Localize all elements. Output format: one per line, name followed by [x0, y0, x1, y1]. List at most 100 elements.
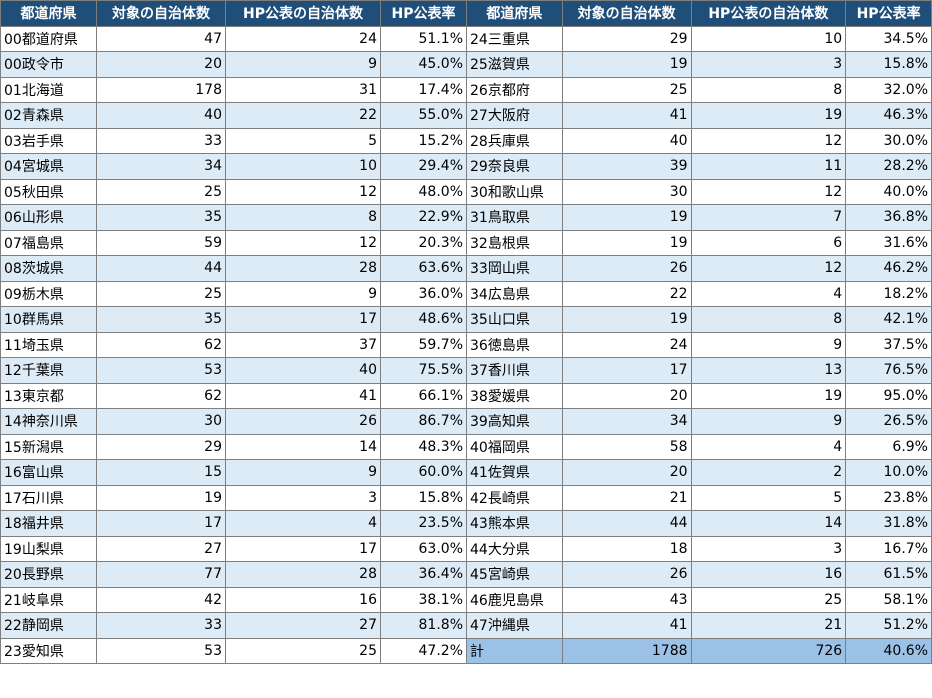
cell-prefecture[interactable]: 19山梨県 — [0, 535, 97, 562]
cell-hp-rate[interactable]: 55.0% — [380, 102, 467, 129]
cell-prefecture[interactable]: 29奈良県 — [466, 153, 563, 180]
cell-target-count[interactable]: 33 — [96, 127, 226, 154]
cell-prefecture[interactable]: 38愛媛県 — [466, 382, 563, 409]
cell-target-count[interactable]: 35 — [96, 306, 226, 333]
cell-prefecture[interactable]: 33岡山県 — [466, 255, 563, 282]
cell-hp-count[interactable]: 9 — [225, 459, 381, 486]
cell-target-count[interactable]: 30 — [96, 408, 226, 435]
cell-hp-rate[interactable]: 48.3% — [380, 433, 467, 460]
cell-hp-rate[interactable]: 31.8% — [845, 510, 932, 537]
cell-prefecture[interactable]: 08茨城県 — [0, 255, 97, 282]
cell-hp-count[interactable]: 28 — [225, 255, 381, 282]
cell-prefecture[interactable]: 15新潟県 — [0, 433, 97, 460]
cell-hp-count[interactable]: 12 — [690, 178, 847, 205]
cell-hp-count[interactable]: 10 — [690, 25, 847, 52]
cell-hp-rate[interactable]: 23.8% — [845, 484, 932, 511]
cell-prefecture[interactable]: 18福井県 — [0, 510, 97, 537]
cell-hp-count[interactable]: 13 — [690, 357, 847, 384]
cell-hp-rate[interactable]: 58.1% — [845, 586, 932, 613]
cell-target-count[interactable]: 22 — [561, 280, 692, 307]
cell-hp-count[interactable]: 11 — [690, 153, 847, 180]
cell-hp-rate[interactable]: 46.3% — [845, 102, 932, 129]
cell-hp-rate[interactable]: 86.7% — [380, 408, 467, 435]
cell-hp-rate[interactable]: 59.7% — [380, 331, 467, 358]
cell-prefecture[interactable]: 36徳島県 — [466, 331, 563, 358]
cell-prefecture[interactable]: 26京都府 — [466, 76, 563, 103]
cell-target-count[interactable]: 25 — [561, 76, 692, 103]
cell-hp-rate[interactable]: 20.3% — [380, 229, 467, 256]
cell-hp-count[interactable]: 9 — [225, 280, 381, 307]
cell-target-count[interactable]: 40 — [96, 102, 226, 129]
cell-prefecture[interactable]: 42長崎県 — [466, 484, 563, 511]
cell-target-count[interactable]: 43 — [561, 586, 692, 613]
cell-hp-rate[interactable]: 46.2% — [845, 255, 932, 282]
cell-hp-count[interactable]: 31 — [225, 76, 381, 103]
header-hp-count[interactable]: HP公表の自治体数 — [225, 0, 381, 27]
cell-hp-count[interactable]: 26 — [225, 408, 381, 435]
total-hp-count[interactable]: 726 — [690, 637, 847, 664]
cell-target-count[interactable]: 47 — [96, 25, 226, 52]
cell-prefecture[interactable]: 20長野県 — [0, 561, 97, 588]
cell-prefecture[interactable]: 41佐賀県 — [466, 459, 563, 486]
cell-hp-count[interactable]: 8 — [690, 306, 847, 333]
cell-prefecture[interactable]: 46鹿児島県 — [466, 586, 563, 613]
cell-hp-count[interactable]: 16 — [690, 561, 847, 588]
cell-prefecture[interactable]: 47沖縄県 — [466, 612, 563, 639]
cell-hp-rate[interactable]: 15.2% — [380, 127, 467, 154]
cell-hp-rate[interactable]: 29.4% — [380, 153, 467, 180]
cell-hp-rate[interactable]: 47.2% — [380, 637, 467, 664]
cell-hp-rate[interactable]: 38.1% — [380, 586, 467, 613]
cell-target-count[interactable]: 44 — [96, 255, 226, 282]
cell-target-count[interactable]: 19 — [561, 51, 692, 78]
cell-prefecture[interactable]: 06山形県 — [0, 204, 97, 231]
cell-hp-rate[interactable]: 15.8% — [845, 51, 932, 78]
cell-target-count[interactable]: 77 — [96, 561, 226, 588]
cell-hp-count[interactable]: 9 — [690, 331, 847, 358]
cell-hp-count[interactable]: 3 — [690, 51, 847, 78]
cell-hp-count[interactable]: 4 — [225, 510, 381, 537]
cell-target-count[interactable]: 25 — [96, 178, 226, 205]
cell-prefecture[interactable]: 01北海道 — [0, 76, 97, 103]
cell-hp-rate[interactable]: 63.6% — [380, 255, 467, 282]
cell-prefecture[interactable]: 44大分県 — [466, 535, 563, 562]
cell-prefecture[interactable]: 34広島県 — [466, 280, 563, 307]
cell-hp-count[interactable]: 3 — [690, 535, 847, 562]
cell-hp-count[interactable]: 25 — [690, 586, 847, 613]
cell-target-count[interactable]: 178 — [96, 76, 226, 103]
cell-hp-rate[interactable]: 48.0% — [380, 178, 467, 205]
cell-prefecture[interactable]: 30和歌山県 — [466, 178, 563, 205]
cell-hp-count[interactable]: 19 — [690, 382, 847, 409]
cell-hp-count[interactable]: 3 — [225, 484, 381, 511]
cell-prefecture[interactable]: 28兵庫県 — [466, 127, 563, 154]
cell-hp-count[interactable]: 8 — [225, 204, 381, 231]
cell-hp-rate[interactable]: 61.5% — [845, 561, 932, 588]
cell-prefecture[interactable]: 07福島県 — [0, 229, 97, 256]
cell-target-count[interactable]: 18 — [561, 535, 692, 562]
cell-hp-count[interactable]: 22 — [225, 102, 381, 129]
cell-prefecture[interactable]: 13東京都 — [0, 382, 97, 409]
cell-target-count[interactable]: 34 — [96, 153, 226, 180]
cell-hp-rate[interactable]: 37.5% — [845, 331, 932, 358]
header-hp-rate[interactable]: HP公表率 — [380, 0, 467, 27]
cell-hp-count[interactable]: 14 — [225, 433, 381, 460]
cell-prefecture[interactable]: 27大阪府 — [466, 102, 563, 129]
header-target-count[interactable]: 対象の自治体数 — [96, 0, 226, 27]
cell-hp-rate[interactable]: 10.0% — [845, 459, 932, 486]
cell-target-count[interactable]: 30 — [561, 178, 692, 205]
cell-prefecture[interactable]: 22静岡県 — [0, 612, 97, 639]
cell-hp-rate[interactable]: 6.9% — [845, 433, 932, 460]
cell-target-count[interactable]: 53 — [96, 637, 226, 664]
cell-prefecture[interactable]: 00政令市 — [0, 51, 97, 78]
cell-hp-count[interactable]: 16 — [225, 586, 381, 613]
cell-prefecture[interactable]: 23愛知県 — [0, 637, 97, 664]
cell-target-count[interactable]: 58 — [561, 433, 692, 460]
cell-prefecture[interactable]: 25滋賀県 — [466, 51, 563, 78]
cell-target-count[interactable]: 19 — [561, 229, 692, 256]
cell-target-count[interactable]: 42 — [96, 586, 226, 613]
cell-target-count[interactable]: 21 — [561, 484, 692, 511]
cell-hp-rate[interactable]: 18.2% — [845, 280, 932, 307]
cell-hp-count[interactable]: 2 — [690, 459, 847, 486]
cell-target-count[interactable]: 19 — [561, 306, 692, 333]
cell-hp-rate[interactable]: 40.0% — [845, 178, 932, 205]
cell-target-count[interactable]: 62 — [96, 382, 226, 409]
